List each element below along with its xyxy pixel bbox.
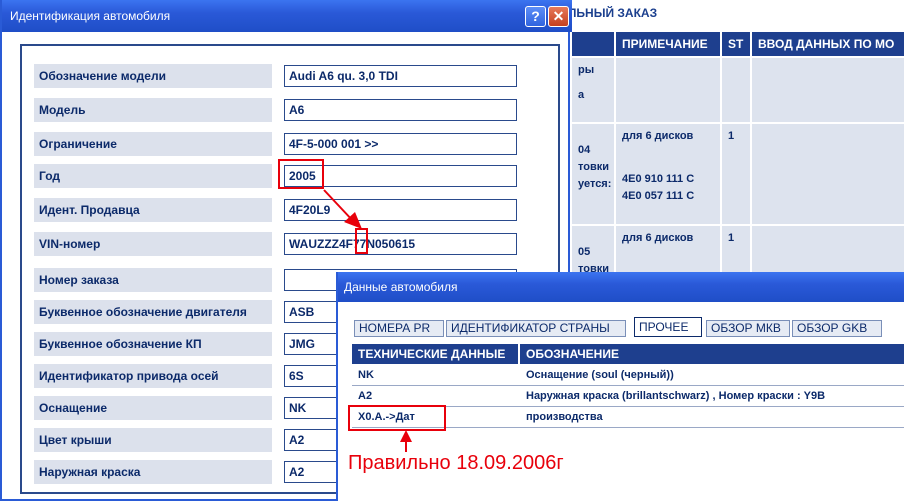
correction-note: Правильно 18.09.2006г <box>348 452 564 474</box>
annotation-arrow-overlay <box>400 430 412 452</box>
arrow-up-icon <box>400 430 412 442</box>
